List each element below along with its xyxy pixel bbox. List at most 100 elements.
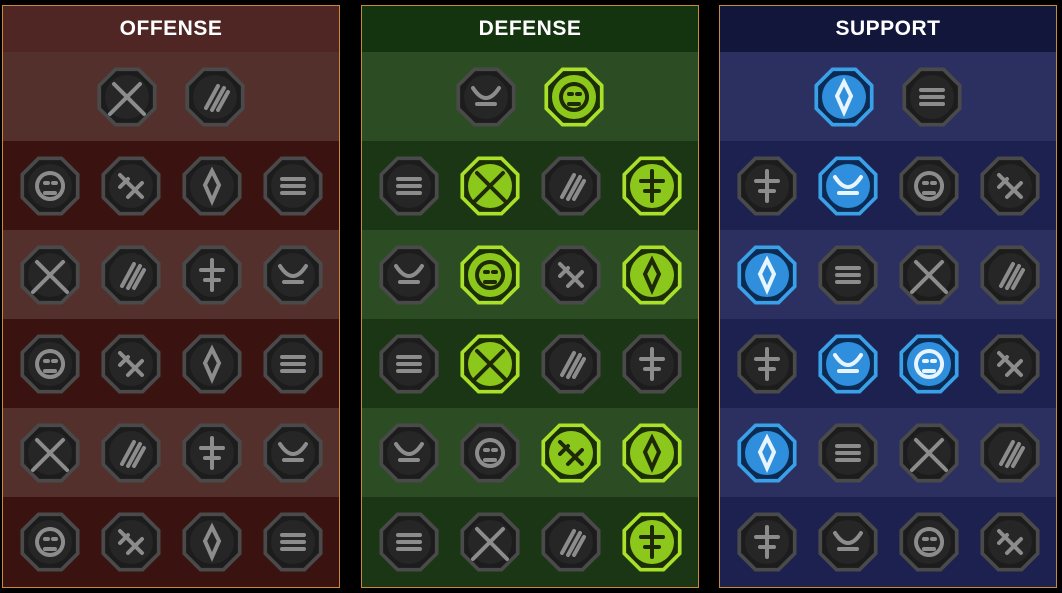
palm-icon[interactable]	[538, 331, 604, 397]
buffed-figure-icon[interactable]	[734, 242, 800, 308]
defense-title: DEFENSE	[362, 6, 698, 52]
compass-star-icon[interactable]	[734, 420, 800, 486]
offense-tier-row	[3, 319, 339, 408]
mastery-node-frame	[540, 333, 601, 394]
eye-icon[interactable]	[896, 420, 962, 486]
mastery-node-frame	[898, 511, 959, 572]
stomp-fist-icon[interactable]	[896, 509, 962, 575]
crowd-icon[interactable]	[376, 331, 442, 397]
knight-shield-icon[interactable]	[457, 242, 523, 308]
bearded-warrior-icon[interactable]	[538, 509, 604, 575]
fist-impact-icon[interactable]	[98, 331, 164, 397]
hand-target-icon[interactable]	[899, 64, 965, 130]
chained-heart-icon[interactable]	[734, 331, 800, 397]
explosion-icon[interactable]	[17, 420, 83, 486]
offense-tier-row	[3, 141, 339, 230]
counter-strike-icon[interactable]	[619, 420, 685, 486]
mastery-node-frame	[817, 422, 878, 483]
cracked-ground-icon[interactable]	[896, 242, 962, 308]
open-book-icon[interactable]	[896, 331, 962, 397]
claw-slash-icon[interactable]	[182, 64, 248, 130]
flying-blades-icon[interactable]	[98, 153, 164, 219]
eagle-head-icon[interactable]	[977, 509, 1043, 575]
mastery-node-frame	[100, 155, 161, 216]
boot-icon[interactable]	[815, 420, 881, 486]
offense-tier-row	[3, 230, 339, 319]
mastery-node-frame	[540, 155, 601, 216]
defense-mastery-grid	[362, 52, 698, 586]
mastery-node-frame	[100, 422, 161, 483]
radiant-skull-icon[interactable]	[538, 420, 604, 486]
chevron-shield-icon[interactable]	[376, 153, 442, 219]
mastery-node-frame	[262, 422, 323, 483]
shield-slash-icon[interactable]	[179, 153, 245, 219]
comet-icon[interactable]	[815, 331, 881, 397]
knight-helmet-icon[interactable]	[98, 509, 164, 575]
dodge-figure-icon[interactable]	[376, 242, 442, 308]
offense-tier-row	[3, 52, 339, 141]
mastery-node-frame	[181, 244, 242, 305]
shadow-figures-icon[interactable]	[977, 242, 1043, 308]
mastery-node-frame	[621, 511, 682, 572]
mastery-node-frame	[540, 244, 601, 305]
mastery-node-frame	[814, 66, 874, 127]
defense-tier-row	[362, 319, 698, 408]
mastery-node-frame	[456, 66, 516, 127]
spartan-helmet-icon[interactable]	[260, 509, 326, 575]
warrior-rage-icon[interactable]	[260, 420, 326, 486]
lightning-shield-icon[interactable]	[815, 242, 881, 308]
flaming-skull-icon[interactable]	[896, 153, 962, 219]
skull-slash-icon[interactable]	[179, 242, 245, 308]
push-hand-icon[interactable]	[977, 153, 1043, 219]
deflect-slash-icon[interactable]	[619, 153, 685, 219]
raised-fist-icon[interactable]	[541, 64, 607, 130]
bull-head-icon[interactable]	[619, 331, 685, 397]
ogre-icon[interactable]	[376, 509, 442, 575]
support-tier-row	[720, 52, 1056, 141]
offense-tier-row	[3, 497, 339, 586]
mastery-node-frame	[898, 155, 959, 216]
mastery-node-frame	[181, 422, 242, 483]
aura-shield-icon[interactable]	[815, 153, 881, 219]
fanged-mouth-icon[interactable]	[98, 242, 164, 308]
bleeding-sword-icon[interactable]	[17, 331, 83, 397]
aura-figure-icon[interactable]	[619, 242, 685, 308]
muscle-body-icon[interactable]	[538, 153, 604, 219]
speed-runner-icon[interactable]	[376, 420, 442, 486]
mastery-node-frame	[185, 66, 245, 127]
sparkle-sword-icon[interactable]	[17, 509, 83, 575]
support-panel: SUPPORT	[719, 5, 1057, 588]
heart-organ-icon[interactable]	[457, 153, 523, 219]
fist-slash-icon[interactable]	[260, 242, 326, 308]
skull-blast-icon[interactable]	[98, 420, 164, 486]
mastery-node-frame	[979, 155, 1040, 216]
crossed-swords-icon[interactable]	[94, 64, 160, 130]
praying-hands-icon[interactable]	[734, 153, 800, 219]
potion-icon[interactable]	[734, 509, 800, 575]
horned-brute-icon[interactable]	[179, 509, 245, 575]
hourglass-icon[interactable]	[457, 331, 523, 397]
mastery-node-frame	[97, 66, 157, 127]
winged-shield-icon[interactable]	[457, 509, 523, 575]
crossbones-icon[interactable]	[977, 420, 1043, 486]
horned-demon-icon[interactable]	[17, 153, 83, 219]
dagger-circle-icon[interactable]	[179, 420, 245, 486]
skull-heart-icon[interactable]	[538, 242, 604, 308]
mastery-node-frame	[378, 511, 439, 572]
mastery-node-frame	[100, 244, 161, 305]
lightning-chain-icon[interactable]	[260, 331, 326, 397]
punch-arm-icon[interactable]	[17, 242, 83, 308]
defense-panel: DEFENSE	[361, 5, 699, 588]
skull-wings-icon[interactable]	[815, 509, 881, 575]
double-axe-icon[interactable]	[179, 331, 245, 397]
heart-horns-icon[interactable]	[260, 153, 326, 219]
drops-icon[interactable]	[457, 420, 523, 486]
mastery-node-frame	[181, 511, 242, 572]
mastery-node-frame	[19, 244, 80, 305]
mastery-node-frame	[979, 422, 1040, 483]
flexing-figure-icon[interactable]	[619, 509, 685, 575]
mastery-node-frame	[898, 422, 959, 483]
angry-eyes-icon[interactable]	[977, 331, 1043, 397]
armor-plates-icon[interactable]	[453, 64, 519, 130]
heart-plus-icon[interactable]	[811, 64, 877, 130]
